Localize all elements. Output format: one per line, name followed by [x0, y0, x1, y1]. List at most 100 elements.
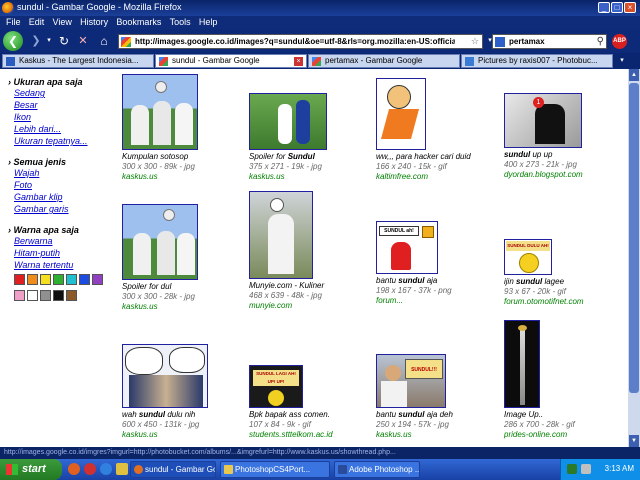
filter-specific-color-link[interactable]: Warna tertentu [14, 259, 108, 271]
search-input[interactable]: pertamax [509, 37, 545, 46]
image-result[interactable]: wah sundul dulu nih 600 x 450 - 131k - j… [122, 344, 242, 440]
result-site[interactable]: munyie.com [249, 301, 369, 311]
image-result[interactable]: 1 sundul up up 400 x 273 - 21k - jpg dyo… [504, 93, 624, 180]
maximize-button[interactable]: □ [611, 2, 623, 13]
result-site[interactable]: kaskus.us [122, 302, 242, 312]
result-site[interactable]: forum.otomotifnet.com [504, 297, 624, 307]
search-engine-icon[interactable] [495, 37, 505, 47]
image-result[interactable]: SUNDUL ah! bantu sundul aja 198 x 167 - … [376, 221, 496, 306]
menu-history[interactable]: History [80, 17, 108, 27]
tab-sundul[interactable]: sundul - Gambar Google × [155, 54, 307, 68]
result-site[interactable]: prides-online.com [504, 430, 624, 440]
quicklaunch-folder-icon[interactable] [116, 463, 128, 475]
bookmark-star-icon[interactable]: ☆ [471, 36, 479, 47]
color-swatch[interactable] [66, 274, 77, 285]
image-result[interactable]: Spoiler for Sundul 375 x 271 - 19k - jpg… [249, 93, 369, 182]
color-swatch[interactable] [53, 290, 64, 301]
result-site[interactable]: forum... [376, 296, 496, 306]
task-firefox[interactable]: sundul - Gambar Go... [130, 461, 216, 478]
filter-photo-link[interactable]: Foto [14, 179, 108, 191]
tray-icon[interactable] [581, 464, 591, 474]
filter-bw-link[interactable]: Hitam-putih [14, 247, 108, 259]
color-swatch[interactable] [92, 274, 103, 285]
scroll-up-icon[interactable]: ▲ [629, 69, 639, 81]
tab-pertamax[interactable]: pertamax - Gambar Google [308, 54, 460, 68]
filter-large-link[interactable]: Besar [14, 99, 108, 111]
image-result[interactable]: Munyie.com - Kuliner 468 x 639 - 48k - j… [249, 191, 369, 311]
close-tab-icon[interactable]: × [294, 57, 303, 66]
result-site[interactable]: dyordan.blogspot.com [504, 170, 624, 180]
home-icon[interactable]: ⌂ [96, 32, 112, 50]
adblock-icon[interactable]: ABP [612, 34, 627, 49]
result-thumbnail[interactable] [249, 191, 313, 279]
minimize-button[interactable]: _ [598, 2, 610, 13]
result-thumbnail[interactable] [376, 78, 426, 150]
result-thumbnail[interactable]: SUNDUL ah! [376, 221, 438, 274]
menu-edit[interactable]: Edit [29, 17, 45, 27]
filter-icon-link[interactable]: Ikon [14, 111, 108, 123]
color-swatch[interactable] [14, 274, 25, 285]
tray-icon[interactable] [567, 464, 577, 474]
menu-file[interactable]: File [6, 17, 21, 27]
image-result[interactable]: SUNDUL DULU AH! ijin sundul lagee 93 x 6… [504, 239, 624, 307]
task-folder[interactable]: PhotoshopCS4Port... [220, 461, 330, 478]
result-thumbnail[interactable]: 1 [504, 93, 582, 148]
reload-icon[interactable]: ↻ [56, 32, 72, 50]
filter-lineart-link[interactable]: Gambar garis [14, 203, 108, 215]
filter-exact-size-link[interactable]: Ukuran tepatnya... [14, 135, 108, 147]
result-site[interactable]: kaskus.us [122, 172, 242, 182]
back-button[interactable]: ❮ [3, 31, 23, 51]
color-swatch[interactable] [53, 274, 64, 285]
scrollbar-thumb[interactable] [629, 83, 639, 393]
menu-bookmarks[interactable]: Bookmarks [116, 17, 161, 27]
url-bar[interactable]: http://images.google.co.id/images?q=sund… [118, 34, 483, 49]
result-site[interactable]: kaskus.us [376, 430, 496, 440]
result-thumbnail[interactable] [249, 93, 327, 150]
filter-clipart-link[interactable]: Gambar klip [14, 191, 108, 203]
result-thumbnail[interactable] [122, 204, 198, 280]
forward-button[interactable]: ❯ [27, 32, 45, 50]
tab-photobucket[interactable]: Pictures by raxis007 - Photobuc... [461, 54, 613, 68]
task-photoshop[interactable]: Adobe Photoshop ... [334, 461, 420, 478]
image-result[interactable]: SUNDUL!!! bantu sundul aja deh 250 x 194… [376, 354, 496, 440]
image-result[interactable]: Kumpulan sotosop 300 x 300 - 89k - jpg k… [122, 74, 242, 182]
result-site[interactable]: kaskus.us [249, 172, 369, 182]
search-box[interactable]: pertamax ⚲ [492, 34, 607, 49]
image-result[interactable]: Spoiler for dul 300 x 300 - 28k - jpg ka… [122, 204, 242, 312]
result-site[interactable]: kaskus.us [122, 430, 242, 440]
color-swatch[interactable] [27, 290, 38, 301]
start-button[interactable]: start [0, 459, 62, 480]
color-swatch[interactable] [79, 274, 90, 285]
search-go-icon[interactable]: ⚲ [597, 36, 604, 47]
menu-view[interactable]: View [53, 17, 72, 27]
image-result[interactable]: ww,,, para hacker cari duid 166 x 240 - … [376, 78, 496, 182]
result-site[interactable]: kaltimfree.com [376, 172, 496, 182]
color-swatch[interactable] [14, 290, 25, 301]
color-swatch[interactable] [66, 290, 77, 301]
result-site[interactable]: students.stttelkom.ac.id [249, 430, 369, 440]
tab-kaskus[interactable]: Kaskus - The Largest Indonesia... [2, 54, 154, 68]
image-result[interactable]: SUNDUL LAGI AH! UP! UP! Bpk bapak ass co… [249, 365, 369, 440]
color-swatch[interactable] [27, 274, 38, 285]
stop-icon[interactable]: ✕ [76, 32, 90, 50]
menu-tools[interactable]: Tools [170, 17, 191, 27]
result-thumbnail[interactable] [122, 74, 198, 150]
result-thumbnail[interactable] [504, 320, 540, 408]
quicklaunch-opera-icon[interactable] [84, 463, 96, 475]
filter-face-link[interactable]: Wajah [14, 167, 108, 179]
result-thumbnail[interactable]: SUNDUL!!! [376, 354, 446, 408]
result-thumbnail[interactable]: SUNDUL DULU AH! [504, 239, 552, 275]
result-thumbnail[interactable] [122, 344, 208, 408]
image-result[interactable]: Image Up.. 286 x 700 - 28k - gif prides-… [504, 320, 624, 440]
history-dropdown-icon[interactable]: ▾ [44, 32, 54, 50]
quicklaunch-firefox-icon[interactable] [68, 463, 80, 475]
filter-color-link[interactable]: Berwarna [14, 235, 108, 247]
color-swatch[interactable] [40, 274, 51, 285]
scroll-down-icon[interactable]: ▼ [629, 435, 639, 447]
filter-larger-than-link[interactable]: Lebih dari... [14, 123, 108, 135]
filter-medium-link[interactable]: Sedang [14, 87, 108, 99]
quicklaunch-ie-icon[interactable] [100, 463, 112, 475]
vertical-scrollbar[interactable]: ▲ ▼ [628, 69, 640, 447]
result-thumbnail[interactable]: SUNDUL LAGI AH! UP! UP! [249, 365, 303, 408]
close-button[interactable]: × [624, 2, 636, 13]
